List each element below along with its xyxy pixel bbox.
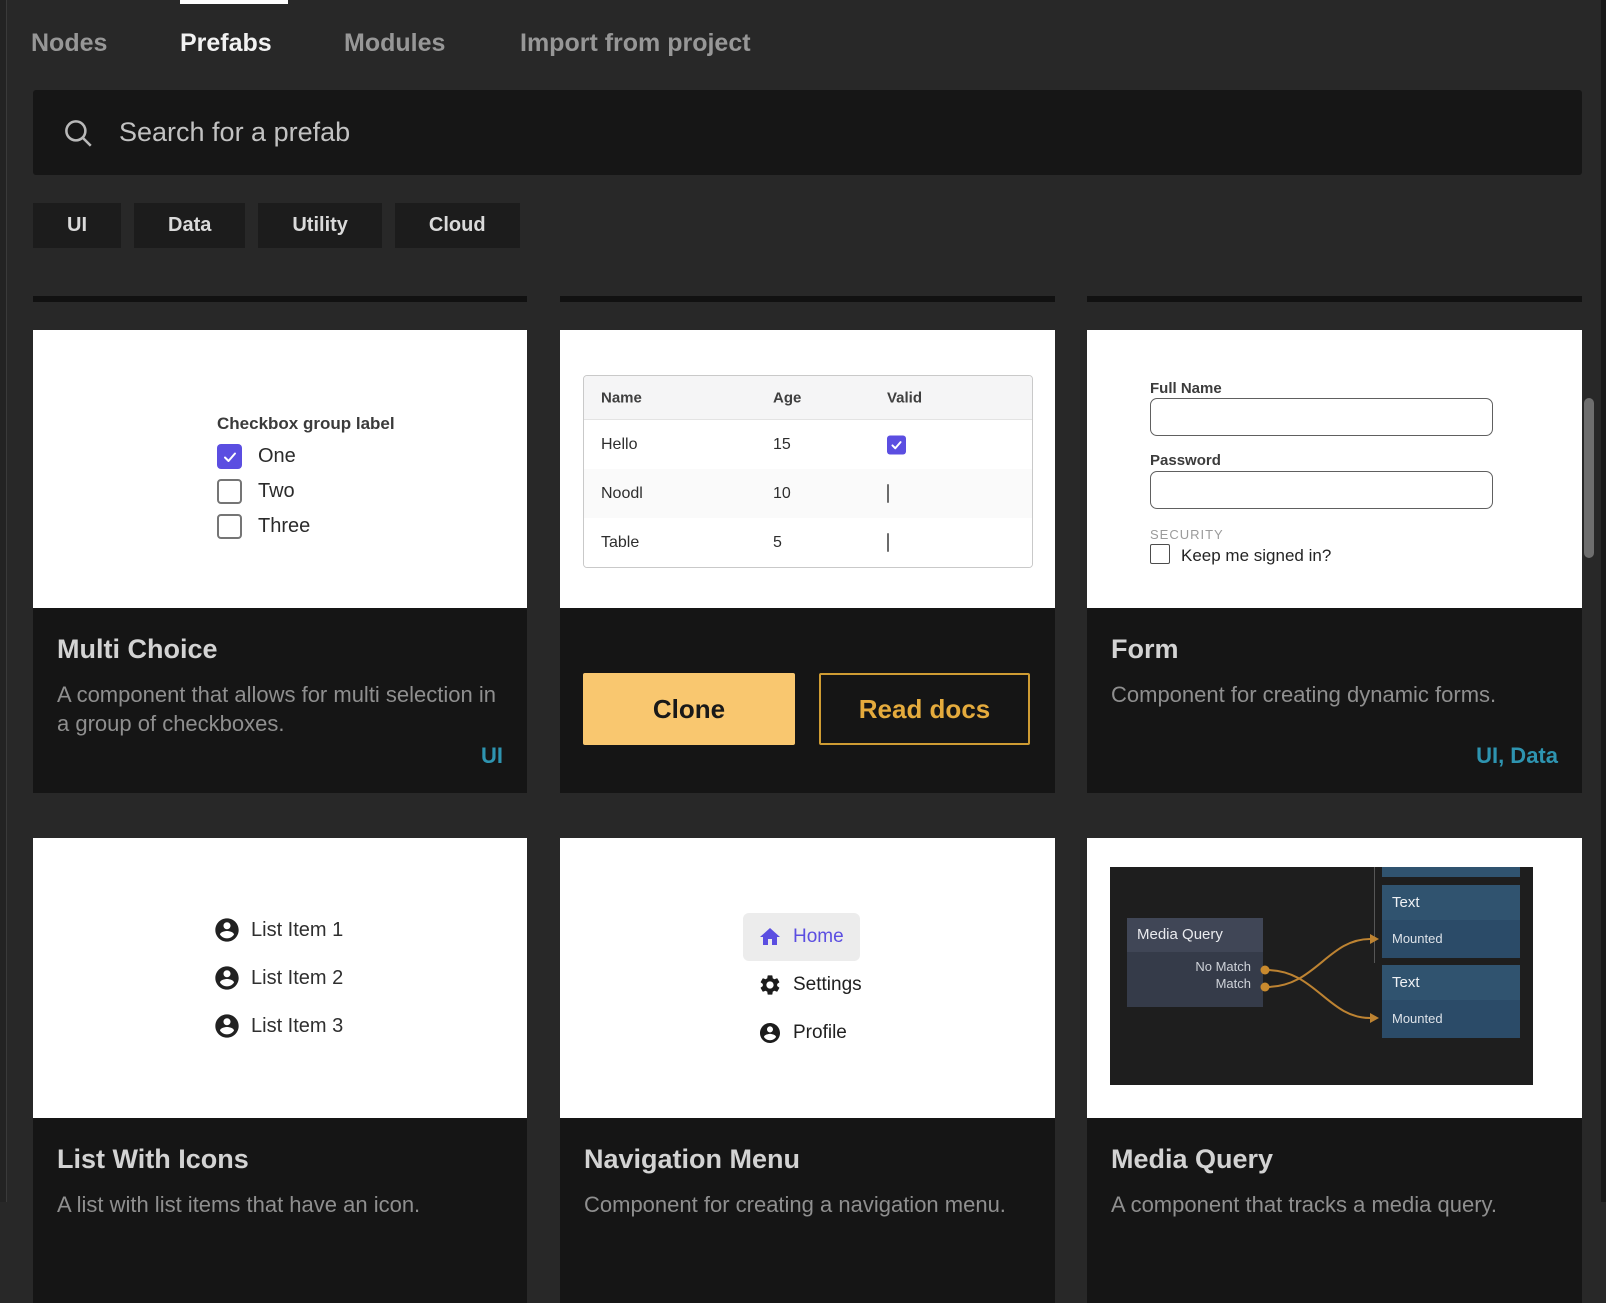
nav-item-label: Profile <box>793 1022 847 1044</box>
prev-card-bottom <box>560 296 1055 302</box>
panel-left-edge <box>0 0 7 1202</box>
tab-import-from-project[interactable]: Import from project <box>520 29 751 58</box>
list-item: List Item 1 <box>213 916 343 944</box>
prefab-card-media-query[interactable]: Media Query No Match Match Text Mounted … <box>1087 838 1582 1303</box>
checkbox-label: Two <box>258 480 295 503</box>
table-preview: Name Age Valid Hello 15 Noodl 10 Table 5 <box>560 330 1055 608</box>
tab-prefabs[interactable]: Prefabs <box>180 29 272 58</box>
prev-card-bottom <box>33 296 527 302</box>
password-field <box>1150 471 1493 509</box>
table-row: Table 5 <box>584 518 1032 567</box>
col-valid: Valid <box>887 389 922 406</box>
table-row: Hello 15 <box>584 420 1032 469</box>
nav-item-label: Home <box>793 926 844 948</box>
full-name-label: Full Name <box>1150 380 1222 397</box>
card-description: A component that tracks a media query. <box>1111 1190 1558 1219</box>
security-section-label: SECURITY <box>1150 527 1224 542</box>
card-description: Component for creating a navigation menu… <box>584 1190 1031 1219</box>
checkbox-checked <box>217 444 242 469</box>
col-name: Name <box>601 389 642 406</box>
search-placeholder: Search for a prefab <box>119 117 350 148</box>
card-description: Component for creating dynamic forms. <box>1111 680 1558 709</box>
person-circle-icon <box>213 964 241 992</box>
filter-utility[interactable]: Utility <box>258 203 382 248</box>
search-icon <box>61 116 95 150</box>
col-age: Age <box>773 389 801 406</box>
card-title: List With Icons <box>57 1144 249 1175</box>
nav-item-home: Home <box>758 925 844 949</box>
card-title: Navigation Menu <box>584 1144 800 1175</box>
table-row: Noodl 10 <box>584 469 1032 518</box>
checkbox-option: Two <box>217 479 295 504</box>
prefab-card-form[interactable]: Full Name Password SECURITY Keep me sign… <box>1087 330 1582 793</box>
prefab-card-multi-choice[interactable]: Checkbox group label One Two Three Multi… <box>33 330 527 793</box>
prev-card-bottom <box>1087 296 1582 302</box>
checkbox-label: Three <box>258 515 310 538</box>
tab-modules[interactable]: Modules <box>344 29 445 58</box>
checkbox-group-label: Checkbox group label <box>217 414 395 434</box>
connection-wires <box>1110 867 1533 1085</box>
checkbox-checked <box>887 435 906 454</box>
preview-table: Name Age Valid Hello 15 Noodl 10 Table 5 <box>583 375 1033 568</box>
table-header-row: Name Age Valid <box>584 376 1032 420</box>
checkbox-unchecked <box>217 479 242 504</box>
nav-item-label: Settings <box>793 974 862 996</box>
card-title: Multi Choice <box>57 634 218 665</box>
nav-preview: Home Settings Profile <box>560 838 1055 1118</box>
gear-icon <box>758 973 782 997</box>
nav-item-profile: Profile <box>758 1021 847 1045</box>
keep-signed-checkbox <box>1150 544 1170 564</box>
form-preview: Full Name Password SECURITY Keep me sign… <box>1087 330 1582 608</box>
checkbox-unchecked <box>887 533 889 552</box>
list-preview: List Item 1 List Item 2 List Item 3 <box>33 838 527 1118</box>
multi-choice-preview: Checkbox group label One Two Three <box>33 330 527 608</box>
person-circle-icon <box>758 1021 782 1045</box>
checkbox-unchecked <box>887 484 889 503</box>
checkbox-option: One <box>217 444 296 469</box>
filter-chips: UI Data Utility Cloud <box>33 203 520 248</box>
check-icon <box>222 449 238 465</box>
card-tags: UI, Data <box>1476 743 1558 769</box>
card-tags: UI <box>481 743 503 769</box>
search-input[interactable]: Search for a prefab <box>33 90 1582 175</box>
node-graph-screenshot: Media Query No Match Match Text Mounted … <box>1110 867 1533 1085</box>
filter-data[interactable]: Data <box>134 203 245 248</box>
check-icon <box>890 438 903 451</box>
prefab-card-table[interactable]: Name Age Valid Hello 15 Noodl 10 Table 5… <box>560 330 1055 793</box>
active-tab-indicator <box>180 0 288 4</box>
card-title: Media Query <box>1111 1144 1273 1175</box>
read-docs-button[interactable]: Read docs <box>819 673 1030 745</box>
checkbox-option: Three <box>217 514 310 539</box>
list-item: List Item 2 <box>213 964 343 992</box>
checkbox-unchecked <box>217 514 242 539</box>
password-label: Password <box>1150 452 1221 469</box>
person-circle-icon <box>213 916 241 944</box>
panel-right-edge <box>1601 0 1606 1202</box>
list-item: List Item 3 <box>213 1012 343 1040</box>
keep-signed-label: Keep me signed in? <box>1181 546 1331 566</box>
card-description: A list with list items that have an icon… <box>57 1190 503 1219</box>
media-query-preview: Media Query No Match Match Text Mounted … <box>1087 838 1582 1118</box>
home-icon <box>758 925 782 949</box>
card-description: A component that allows for multi select… <box>57 680 503 738</box>
filter-cloud[interactable]: Cloud <box>395 203 520 248</box>
tab-nodes[interactable]: Nodes <box>31 29 107 58</box>
vertical-scrollbar-thumb[interactable] <box>1584 398 1594 558</box>
prefab-card-list-with-icons[interactable]: List Item 1 List Item 2 List Item 3 List… <box>33 838 527 1303</box>
list-item-label: List Item 1 <box>251 919 343 942</box>
person-circle-icon <box>213 1012 241 1040</box>
full-name-field <box>1150 398 1493 436</box>
clone-button[interactable]: Clone <box>583 673 795 745</box>
list-item-label: List Item 3 <box>251 1015 343 1038</box>
prefab-card-navigation-menu[interactable]: Home Settings Profile Navigation Menu Co… <box>560 838 1055 1303</box>
list-item-label: List Item 2 <box>251 967 343 990</box>
checkbox-label: One <box>258 445 296 468</box>
nav-item-settings: Settings <box>758 973 862 997</box>
filter-ui[interactable]: UI <box>33 203 121 248</box>
card-title: Form <box>1111 634 1179 665</box>
